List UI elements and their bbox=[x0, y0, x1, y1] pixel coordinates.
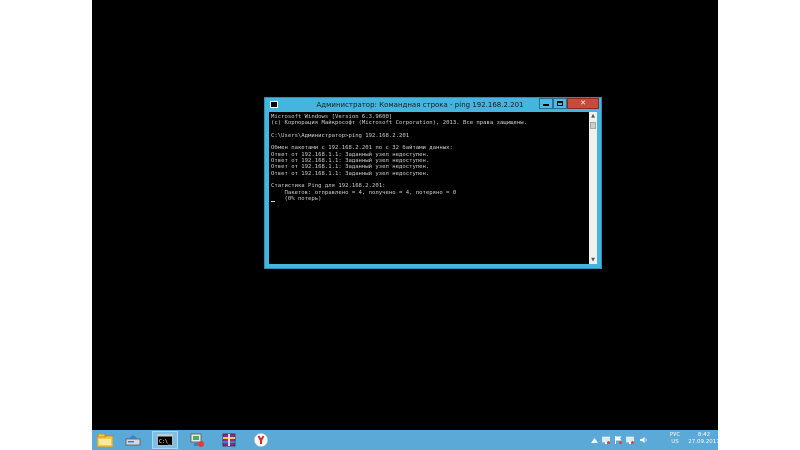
clock-date: 27.09.2017 bbox=[688, 439, 720, 445]
archive-tool-icon bbox=[222, 433, 236, 447]
left-margin bbox=[0, 0, 92, 450]
window-title: Администратор: Командная строка - ping 1… bbox=[316, 101, 524, 109]
minimize-icon bbox=[543, 104, 549, 106]
console-line: Ответ от 192.168.1.1: Заданный узел недо… bbox=[271, 151, 430, 158]
maximize-icon bbox=[557, 101, 563, 106]
text-cursor bbox=[271, 201, 275, 202]
keyboard-layout-label: US bbox=[671, 439, 679, 445]
right-margin bbox=[718, 0, 800, 450]
console-line: Пакетов: отправлено = 4, получено = 4, п… bbox=[271, 189, 457, 196]
yandex-browser-icon bbox=[254, 433, 268, 447]
taskbar-yandex-browser[interactable] bbox=[248, 431, 274, 449]
command-prompt-icon: C:\_ bbox=[157, 434, 173, 446]
console-line: (c) Корпорация Майкрософт (Microsoft Cor… bbox=[271, 120, 527, 127]
taskbar-command-prompt[interactable]: C:\_ bbox=[152, 431, 178, 449]
network-status-icon[interactable] bbox=[626, 436, 634, 444]
svg-text:C:\_: C:\_ bbox=[159, 439, 172, 445]
title-bar[interactable]: Администратор: Командная строка - ping 1… bbox=[265, 98, 601, 112]
console-line: Ответ от 192.168.1.1: Заданный узел недо… bbox=[271, 164, 430, 171]
flag-icon[interactable] bbox=[614, 436, 622, 444]
clock[interactable]: 8:42 27.09.2017 bbox=[688, 432, 720, 446]
taskbar-server-manager[interactable] bbox=[120, 431, 146, 449]
scroll-thumb[interactable] bbox=[590, 122, 596, 129]
close-icon: ✕ bbox=[580, 99, 586, 107]
console-line: Ответ от 192.168.1.1: Заданный узел недо… bbox=[271, 158, 430, 165]
console-line: C:\Users\Администратор>ping 192.168.2.20… bbox=[271, 132, 410, 139]
network-icon[interactable] bbox=[602, 436, 610, 444]
clock-time: 8:42 bbox=[697, 432, 711, 438]
language-label: РУС bbox=[669, 432, 681, 438]
taskbar-network-tool[interactable] bbox=[184, 431, 210, 449]
system-tray: РУС US 8:42 27.09.2017 bbox=[588, 430, 720, 450]
vertical-scrollbar[interactable]: ▲ ▼ bbox=[589, 112, 597, 264]
taskbar-file-explorer[interactable] bbox=[92, 431, 118, 449]
taskbar: C:\_ РУС US 8:42 27.09.2017 bbox=[92, 430, 720, 450]
minimize-button[interactable] bbox=[539, 98, 553, 109]
command-prompt-window[interactable]: Администратор: Командная строка - ping 1… bbox=[264, 97, 602, 269]
command-prompt-window-icon[interactable] bbox=[270, 101, 278, 108]
scroll-up-arrow-icon[interactable]: ▲ bbox=[589, 112, 597, 120]
network-tool-icon bbox=[190, 433, 204, 447]
taskbar-archive-tool[interactable] bbox=[216, 431, 242, 449]
console-area[interactable]: Microsoft Windows [Version 6.3.9600] (c)… bbox=[269, 112, 589, 264]
console-line: (0% потерь) bbox=[271, 195, 322, 202]
file-explorer-icon bbox=[97, 433, 113, 447]
console-line: Microsoft Windows [Version 6.3.9600] bbox=[271, 114, 393, 120]
volume-icon[interactable] bbox=[640, 436, 648, 444]
console-line: Ответ от 192.168.1.1: Заданный узел недо… bbox=[271, 170, 430, 177]
maximize-button[interactable] bbox=[553, 98, 567, 109]
server-manager-icon bbox=[125, 434, 141, 445]
show-hidden-icons-icon[interactable] bbox=[590, 436, 598, 444]
console-line: Обмен пакетами с 192.168.2.201 по с 32 б… bbox=[271, 145, 453, 152]
console-output: Microsoft Windows [Version 6.3.9600] (c)… bbox=[269, 112, 589, 202]
console-line: Статистика Ping для 192.168.2.201: bbox=[271, 183, 386, 190]
scroll-down-arrow-icon[interactable]: ▼ bbox=[589, 256, 597, 264]
close-button[interactable]: ✕ bbox=[567, 98, 599, 109]
input-language-indicator[interactable]: РУС US bbox=[664, 432, 686, 446]
